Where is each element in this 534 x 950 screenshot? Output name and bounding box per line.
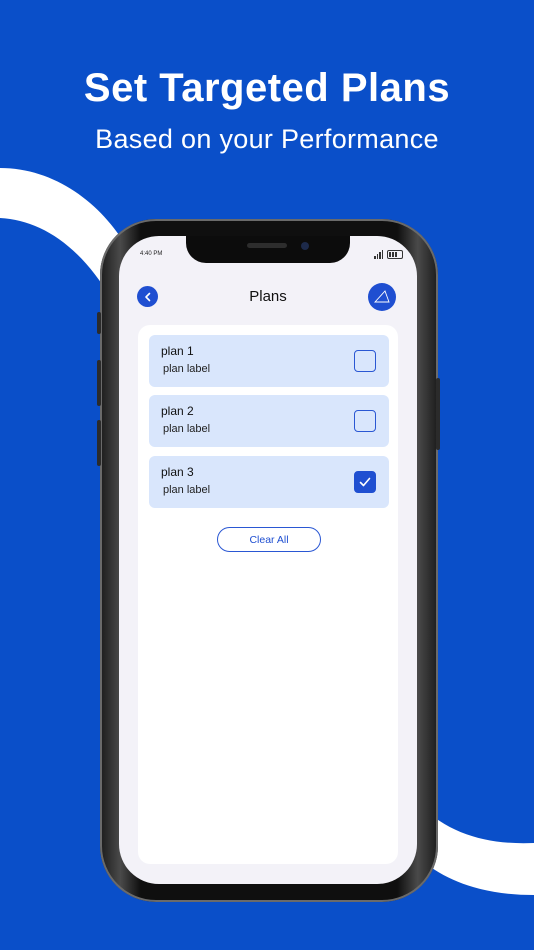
status-time: 4:40 PM [140, 251, 163, 257]
plan-label: plan label [163, 423, 211, 435]
plans-card: plan 1 plan label plan 2 plan label plan… [138, 325, 398, 864]
front-camera [301, 242, 309, 250]
plan-checkbox[interactable] [354, 350, 376, 372]
clear-all-button[interactable]: Clear All [217, 527, 321, 552]
plan-checkbox[interactable] [354, 410, 376, 432]
plan-label: plan label [163, 363, 211, 375]
plan-item[interactable]: plan 1 plan label [149, 335, 389, 387]
promo-subline: Based on your Performance [95, 124, 439, 154]
status-icons [374, 250, 403, 259]
triangle-logo-icon [373, 290, 390, 303]
volume-up-button [97, 360, 101, 406]
plan-item[interactable]: plan 2 plan label [149, 395, 389, 447]
notch [186, 236, 350, 263]
speaker-grille [247, 243, 287, 248]
checkmark-icon [359, 477, 371, 487]
volume-down-button [97, 420, 101, 466]
plan-title: plan 2 [161, 404, 194, 418]
promo-headline: Set Targeted Plans [83, 66, 451, 110]
power-button [436, 378, 440, 450]
avatar[interactable] [368, 283, 396, 311]
phone-screen: 4:40 PM Plans plan 1 plan label plan 2 p… [119, 236, 417, 884]
signal-icon [374, 250, 383, 259]
battery-icon [387, 250, 403, 259]
plan-item[interactable]: plan 3 plan label [149, 456, 389, 508]
silent-switch [97, 312, 101, 334]
plan-label: plan label [163, 484, 211, 496]
plan-checkbox[interactable] [354, 471, 376, 493]
plan-title: plan 3 [161, 465, 194, 479]
plan-title: plan 1 [161, 344, 194, 358]
